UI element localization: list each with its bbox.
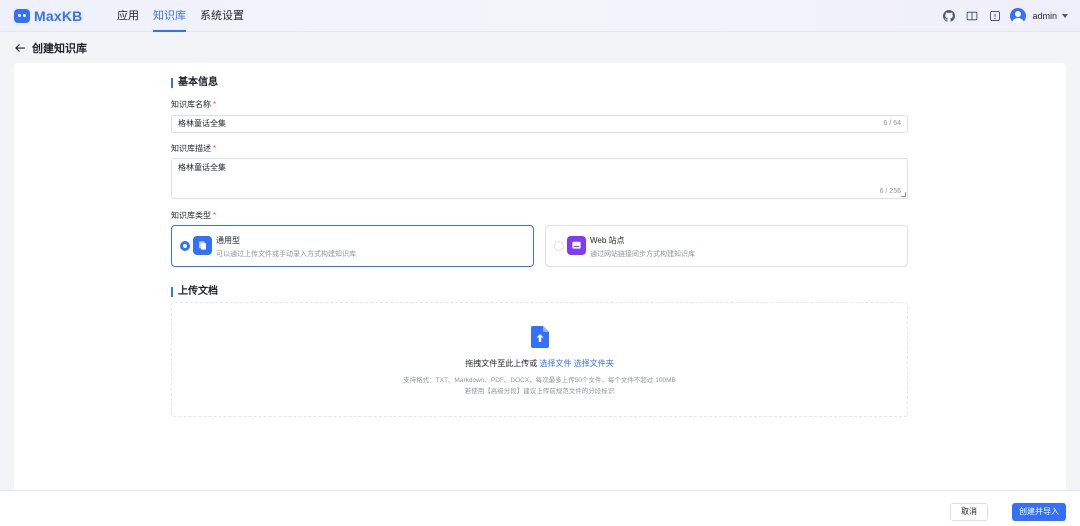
top-header: MaxKB 应用 知识库 系统设置 admin [0, 0, 1080, 32]
type-label: 知识库类型 * [171, 210, 216, 221]
desc-char-count: 6 / 256 [879, 188, 901, 195]
desc-textarea-value: 格林童话全集 [178, 163, 226, 172]
required-mark: * [213, 144, 217, 153]
required-mark: * [213, 211, 217, 220]
type-option-web[interactable]: Web 站点 通过网站链接同步方式构建知识库 [545, 225, 908, 267]
desc-label-text: 知识库描述 [171, 144, 211, 153]
cancel-button[interactable]: 取消 [950, 503, 988, 521]
book-icon[interactable] [966, 10, 978, 22]
nav-item-knowledge[interactable]: 知识库 [146, 0, 193, 32]
web-icon [567, 236, 586, 255]
type-desc-general: 可以通过上传文件或手动录入方式构建知识库 [216, 251, 356, 258]
desc-textarea[interactable]: 格林童话全集 6 / 256 [171, 158, 908, 199]
radio-general[interactable] [180, 241, 190, 251]
back-arrow-icon[interactable] [14, 42, 26, 54]
robot-icon [14, 8, 30, 23]
name-label-text: 知识库名称 [171, 100, 211, 109]
nav-item-apps[interactable]: 应用 [110, 0, 146, 32]
page-header: 创建知识库 [14, 40, 87, 56]
select-folder-link[interactable]: 选择文件夹 [574, 359, 614, 368]
create-import-button[interactable]: 创建并导入 [1012, 503, 1066, 521]
main-nav: 应用 知识库 系统设置 [110, 0, 251, 32]
upload-instruction: 拖拽文件至此上传或 选择文件 选择文件夹 [172, 358, 907, 369]
header-actions: admin [932, 7, 1068, 24]
upload-segment-hint: 若使用【高级分段】建议上传前规范文件的分段标识 [464, 388, 615, 395]
avatar[interactable] [1010, 7, 1027, 24]
radio-web[interactable] [554, 241, 564, 251]
type-desc-web: 通过网站链接同步方式构建知识库 [590, 251, 695, 258]
type-name-general: 通用型 [216, 236, 240, 245]
help-icon[interactable] [989, 10, 1001, 22]
section-title-basic: 基本信息 [171, 77, 218, 89]
chevron-down-icon[interactable] [1062, 13, 1068, 18]
name-label: 知识库名称 * [171, 99, 216, 110]
form-card: 基本信息 知识库名称 * 格林童话全集 6 / 64 知识库描述 * 格林童话全集 … [14, 63, 1066, 490]
name-input-value: 格林童话全集 [178, 119, 226, 128]
required-mark: * [213, 100, 217, 109]
select-file-link[interactable]: 选择文件 [540, 359, 572, 368]
upload-dropzone[interactable]: 拖拽文件至此上传或 选择文件 选择文件夹 支持格式：TXT、Markdown、P… [171, 302, 908, 417]
type-label-text: 知识库类型 [171, 211, 211, 220]
github-icon[interactable] [943, 9, 956, 22]
upload-format-hint: 支持格式：TXT、Markdown、PDF、DOCX，每次最多上传50个文件，每… [403, 377, 676, 384]
logo[interactable]: MaxKB [14, 8, 110, 24]
document-icon [193, 236, 212, 255]
name-char-count: 6 / 64 [883, 120, 901, 127]
upload-file-icon [531, 326, 549, 348]
type-name-web: Web 站点 [590, 236, 625, 245]
user-name[interactable]: admin [1032, 11, 1057, 21]
upload-main-text: 拖拽文件至此上传或 [465, 359, 538, 368]
footer-bar: 取消 创建并导入 [0, 490, 1080, 526]
desc-label: 知识库描述 * [171, 143, 216, 154]
section-title-upload: 上传文档 [171, 286, 218, 298]
nav-item-settings[interactable]: 系统设置 [193, 0, 251, 32]
type-option-general[interactable]: 通用型 可以通过上传文件或手动录入方式构建知识库 [171, 225, 534, 267]
resize-handle-icon[interactable] [901, 192, 906, 197]
page-title: 创建知识库 [32, 43, 87, 55]
name-input[interactable]: 格林童话全集 6 / 64 [171, 115, 908, 133]
logo-text: MaxKB [34, 7, 83, 24]
